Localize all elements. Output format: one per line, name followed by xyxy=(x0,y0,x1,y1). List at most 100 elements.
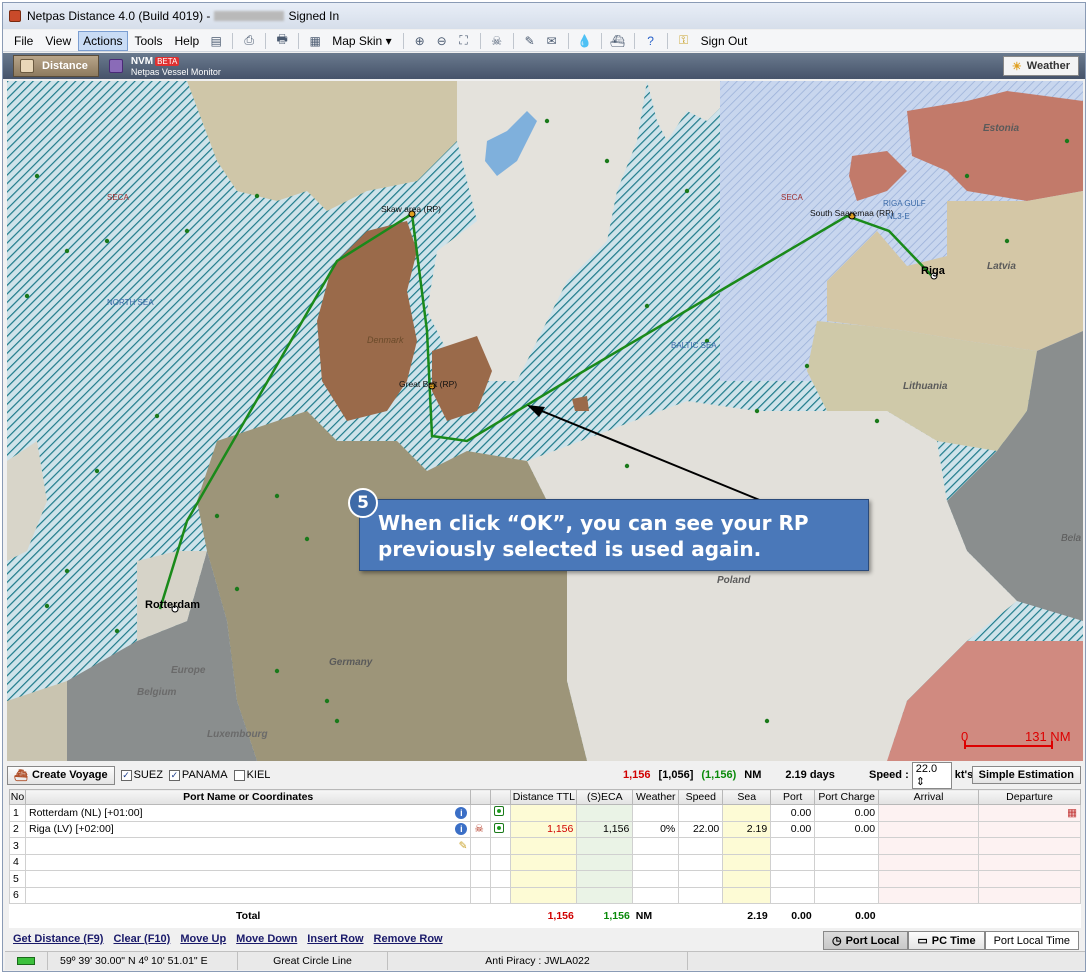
zoom-in-icon[interactable]: ⊕ xyxy=(412,33,428,49)
speed-cell[interactable] xyxy=(678,804,724,822)
create-voyage-button[interactable]: ⛴ Create Voyage xyxy=(7,765,115,785)
port-days-cell[interactable] xyxy=(770,886,816,904)
map-canvas[interactable] xyxy=(7,81,1083,761)
speed-cell[interactable] xyxy=(678,837,724,855)
map-skin-icon[interactable]: ▦ xyxy=(307,33,323,49)
port-charge-cell[interactable] xyxy=(814,870,880,888)
weather-cell[interactable] xyxy=(632,870,680,888)
pc-time-button[interactable]: ▭ PC Time xyxy=(908,931,985,950)
kiel-checkbox[interactable]: KIEL xyxy=(233,769,270,781)
table-row[interactable]: 3 ✎ xyxy=(9,837,1082,855)
remove-row-link[interactable]: Remove Row xyxy=(374,933,443,945)
icon-cell[interactable] xyxy=(490,820,512,838)
weather-button[interactable]: ☀ Weather xyxy=(1002,56,1079,76)
arrival-cell[interactable] xyxy=(878,820,979,838)
col-port-charge[interactable]: Port Charge xyxy=(814,789,880,805)
speed-cell[interactable] xyxy=(678,853,724,871)
ruler-icon[interactable]: ✎ xyxy=(522,33,538,49)
icon-cell[interactable] xyxy=(490,804,512,822)
map-view[interactable]: SECA SECA NORTH SEA BALTIC SEA RIGA GULF… xyxy=(7,81,1083,761)
port-select-icon[interactable] xyxy=(494,806,505,817)
move-up-link[interactable]: Move Up xyxy=(180,933,226,945)
weather-cell[interactable]: 0% xyxy=(632,820,680,838)
fit-view-icon[interactable]: ⛶ xyxy=(456,33,472,49)
port-cell[interactable] xyxy=(24,886,472,904)
speed-cell[interactable] xyxy=(678,870,724,888)
port-cell[interactable] xyxy=(24,853,472,871)
zoom-out-icon[interactable]: ⊖ xyxy=(434,33,450,49)
book-icon[interactable]: ✉ xyxy=(544,33,560,49)
col-arrival[interactable]: Arrival xyxy=(878,789,979,805)
arrival-cell[interactable] xyxy=(878,853,979,871)
menu-file[interactable]: File xyxy=(9,31,38,51)
col-port[interactable]: Port xyxy=(770,789,816,805)
port-cell[interactable]: Rotterdam (NL) [+01:00] i xyxy=(24,804,472,822)
col-seca[interactable]: (S)ECA xyxy=(576,789,634,805)
port-days-cell[interactable]: 0.00 xyxy=(770,820,816,838)
departure-cell[interactable] xyxy=(977,870,1082,888)
weather-cell[interactable] xyxy=(632,837,680,855)
menu-view[interactable]: View xyxy=(40,31,76,51)
document-icon[interactable]: ▤ xyxy=(208,33,224,49)
port-charge-cell[interactable] xyxy=(814,886,880,904)
port-days-cell[interactable] xyxy=(770,870,816,888)
suez-checkbox[interactable]: ✓ SUEZ xyxy=(120,769,163,781)
weather-cell[interactable] xyxy=(632,886,680,904)
piracy-icon[interactable]: ☠ xyxy=(474,823,483,835)
col-departure[interactable]: Departure xyxy=(977,789,1082,805)
departure-cell[interactable] xyxy=(977,820,1082,838)
table-row[interactable]: 5 xyxy=(9,870,1082,888)
menu-tools[interactable]: Tools xyxy=(130,31,168,51)
port-cell[interactable]: ✎ xyxy=(24,837,472,855)
port-local-button[interactable]: ◷ Port Local xyxy=(822,931,909,950)
speed-input[interactable]: 22.0 ⇕ xyxy=(911,761,952,789)
info-icon[interactable]: i xyxy=(455,823,468,836)
insert-row-link[interactable]: Insert Row xyxy=(307,933,363,945)
menu-help[interactable]: Help xyxy=(170,31,205,51)
piracy-icon[interactable]: ☠ xyxy=(489,33,505,49)
departure-cell[interactable] xyxy=(977,853,1082,871)
speed-cell[interactable]: 22.00 xyxy=(678,820,724,838)
port-charge-cell[interactable] xyxy=(814,853,880,871)
departure-cell[interactable]: ▦ xyxy=(977,804,1082,822)
port-days-cell[interactable]: 0.00 xyxy=(770,804,816,822)
col-port-name[interactable]: Port Name or Coordinates xyxy=(24,789,472,805)
arrival-cell[interactable] xyxy=(878,804,979,822)
clear-link[interactable]: Clear (F10) xyxy=(113,933,170,945)
ship-icon[interactable]: ⛴ xyxy=(610,33,626,49)
port-days-cell[interactable] xyxy=(770,837,816,855)
port-cell[interactable]: Riga (LV) [+02:00] i xyxy=(24,820,472,838)
arrival-cell[interactable] xyxy=(878,886,979,904)
drop-icon[interactable]: 💧 xyxy=(577,33,593,49)
icon-cell[interactable]: ☠ xyxy=(470,820,492,838)
speed-cell[interactable] xyxy=(678,886,724,904)
port-days-cell[interactable] xyxy=(770,853,816,871)
print-preview-icon[interactable]: ⎙ xyxy=(241,33,257,49)
col-sea[interactable]: Sea xyxy=(722,789,772,805)
port-charge-cell[interactable] xyxy=(814,837,880,855)
table-row[interactable]: 4 xyxy=(9,853,1082,871)
sign-out-button[interactable]: Sign Out xyxy=(696,31,753,51)
info-icon[interactable]: i xyxy=(455,806,468,819)
arrival-cell[interactable] xyxy=(878,870,979,888)
table-row[interactable]: 6 xyxy=(9,886,1082,904)
pencil-icon[interactable]: ✎ xyxy=(459,840,468,852)
tab-nvm[interactable]: NVM BETA Netpas Vessel Monitor xyxy=(103,55,231,77)
panama-checkbox[interactable]: ✓ PANAMA xyxy=(168,769,228,781)
port-cell[interactable] xyxy=(24,870,472,888)
help-icon[interactable]: ? xyxy=(643,33,659,49)
get-distance-link[interactable]: Get Distance (F9) xyxy=(13,933,103,945)
table-row[interactable]: 2 Riga (LV) [+02:00] i ☠ 1,156 1,156 0% 2… xyxy=(9,820,1082,838)
col-weather[interactable]: Weather xyxy=(632,789,680,805)
map-skin-menu[interactable]: Map Skin ▾ xyxy=(327,31,396,51)
col-distance-ttl[interactable]: Distance TTL xyxy=(510,789,578,805)
arrival-cell[interactable] xyxy=(878,837,979,855)
weather-cell[interactable] xyxy=(632,853,680,871)
move-down-link[interactable]: Move Down xyxy=(236,933,297,945)
print-icon[interactable]: 🖶 xyxy=(274,32,290,49)
calendar-icon[interactable]: ▦ xyxy=(1067,807,1077,819)
tab-distance[interactable]: Distance xyxy=(13,55,99,77)
table-row[interactable]: 1 Rotterdam (NL) [+01:00] i 0.00 0.00 ▦ xyxy=(9,804,1082,822)
departure-cell[interactable] xyxy=(977,837,1082,855)
departure-cell[interactable] xyxy=(977,886,1082,904)
